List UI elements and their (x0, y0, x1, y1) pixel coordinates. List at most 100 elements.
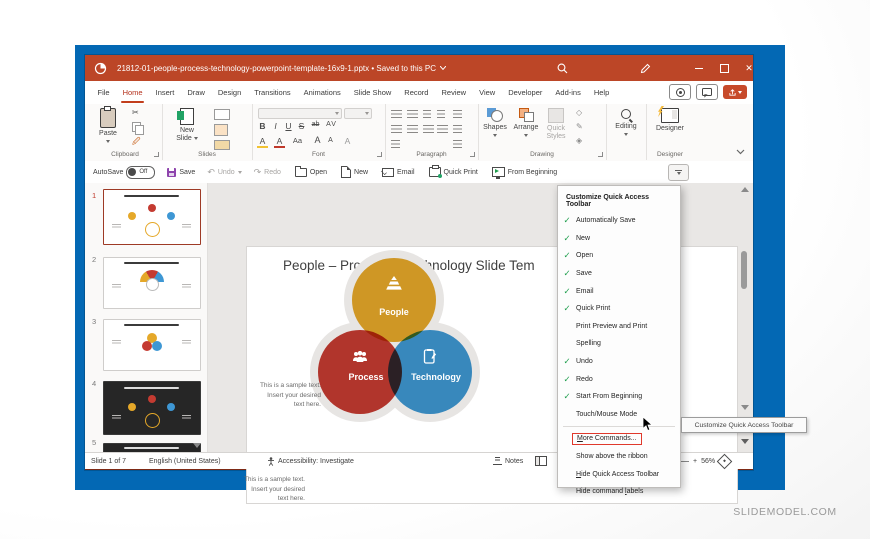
sample-text-block-2[interactable]: This is a sample text. Insert your desir… (213, 475, 305, 504)
close-button[interactable]: ✕ (737, 55, 761, 81)
menu-item-save[interactable]: ✓ Save (558, 265, 680, 283)
quick-print-button[interactable]: Quick Print (428, 165, 478, 178)
zoom-level[interactable]: 56% (701, 458, 715, 465)
arrange-button[interactable]: Arrange (511, 108, 541, 139)
tab-slide-show[interactable]: Slide Show (347, 81, 398, 104)
save-button-qat[interactable]: Save (167, 167, 195, 177)
menu-item-touch-mouse-mode[interactable]: ✓Touch/Mouse Mode (558, 406, 680, 424)
clipboard-dialog-launcher[interactable] (154, 152, 159, 157)
font-color-button[interactable]: A (274, 136, 285, 148)
reset-icon[interactable] (214, 124, 228, 136)
font-size-combobox[interactable] (344, 108, 372, 119)
columns-icon[interactable] (453, 125, 462, 133)
email-button[interactable]: Email (382, 167, 415, 177)
menu-item-quick-print[interactable]: ✓ Quick Print (558, 300, 680, 318)
menu-item-show-above-ribbon[interactable]: ✓ Show above the ribbon (558, 448, 680, 466)
menu-item-hide-qat[interactable]: ✓ Hide Quick Access Toolbar (558, 465, 680, 483)
shape-effects-icon[interactable]: ◈ (576, 136, 582, 145)
layout-icon[interactable] (214, 109, 230, 120)
scrollbar-thumb[interactable] (741, 251, 747, 289)
align-right-icon[interactable] (423, 125, 434, 133)
zoom-in-button[interactable]: + (693, 458, 697, 465)
tab-home[interactable]: Home (116, 81, 149, 104)
clear-formatting-button[interactable]: A (342, 136, 353, 146)
grow-font-button[interactable]: A (312, 135, 323, 145)
tab-developer[interactable]: Developer (502, 81, 549, 104)
next-slide-icon[interactable] (740, 439, 750, 444)
normal-view-button[interactable] (535, 453, 547, 469)
font-name-combobox[interactable] (258, 108, 342, 119)
tab-add-ins[interactable]: Add-ins (549, 81, 587, 104)
justify-icon[interactable] (437, 125, 448, 133)
bold-button[interactable]: B (257, 121, 268, 131)
search-icon[interactable] (550, 55, 574, 81)
paragraph-dialog-launcher[interactable] (470, 152, 475, 157)
align-center-icon[interactable] (407, 125, 418, 133)
character-spacing-button[interactable]: AV (326, 121, 337, 128)
text-direction-icon[interactable] (391, 140, 400, 148)
align-left-icon[interactable] (391, 125, 402, 133)
autosave-control[interactable]: AutoSave Off (93, 165, 156, 179)
italic-button[interactable]: I (270, 121, 281, 131)
collapse-ribbon-icon[interactable] (736, 149, 745, 155)
from-beginning-button[interactable]: From Beginning (491, 167, 557, 179)
thumbnail-scroll-down-icon[interactable] (193, 443, 201, 448)
change-case-button[interactable]: Aa (292, 136, 303, 145)
shapes-button[interactable]: Shapes (481, 108, 509, 139)
section-icon[interactable] (214, 140, 230, 150)
new-button[interactable]: New (341, 166, 368, 178)
language-indicator[interactable]: English (United States) (149, 453, 221, 469)
menu-item-undo[interactable]: ✓ Undo (558, 353, 680, 371)
tab-help[interactable]: Help (587, 81, 615, 104)
ink-pen-icon[interactable] (633, 55, 657, 81)
minimize-button[interactable] (687, 55, 711, 81)
menu-item-automatically-save[interactable]: ✓ Automatically Save (558, 212, 680, 230)
drawing-dialog-launcher[interactable] (598, 152, 603, 157)
convert-smartart-icon[interactable] (453, 140, 462, 148)
font-dialog-launcher[interactable] (377, 152, 382, 157)
tab-design[interactable]: Design (211, 81, 247, 104)
menu-item-open[interactable]: ✓ Open (558, 247, 680, 265)
format-painter-icon[interactable]: 🖉 (132, 137, 141, 146)
menu-item-print-preview[interactable]: ✓Print Preview and Print (558, 318, 680, 336)
bullets-icon[interactable] (391, 110, 402, 118)
tab-review[interactable]: Review (435, 81, 473, 104)
scroll-up-icon[interactable] (740, 187, 750, 192)
redo-button[interactable]: ↷ Redo (254, 167, 281, 177)
tab-animations[interactable]: Animations (297, 81, 347, 104)
designer-button[interactable]: Designer (652, 108, 688, 133)
menu-item-email[interactable]: ✓ Email (558, 282, 680, 300)
tab-file[interactable]: File (91, 81, 116, 104)
thumbnail-slide-2[interactable] (103, 257, 201, 309)
new-slide-button[interactable]: New Slide (172, 108, 202, 142)
record-button[interactable] (669, 84, 691, 100)
comments-button[interactable] (696, 84, 718, 100)
thumbnail-slide-3[interactable] (103, 319, 201, 371)
text-shadow-button[interactable]: ab (310, 121, 321, 128)
thumbnail-slide-1[interactable] (103, 189, 201, 245)
title-chevron-icon[interactable] (439, 66, 446, 70)
tab-record[interactable]: Record (398, 81, 435, 104)
autosave-toggle[interactable]: Off (126, 165, 156, 179)
open-button[interactable]: Open (294, 165, 327, 177)
indent-increase-icon[interactable] (437, 110, 445, 118)
sample-text-block-1[interactable]: This is a sample text. Insert your desir… (233, 381, 321, 410)
menu-item-redo[interactable]: ✓ Redo (558, 370, 680, 388)
tab-transitions[interactable]: Transitions (248, 81, 297, 104)
fit-slide-to-window-icon[interactable] (716, 453, 733, 469)
customize-qat-dropdown-button[interactable] (668, 164, 689, 181)
shrink-font-button[interactable]: A (325, 137, 336, 144)
thumbnail-slide-4[interactable] (103, 381, 201, 435)
underline-button[interactable]: U (283, 121, 294, 131)
maximize-button[interactable] (712, 55, 736, 81)
indent-decrease-icon[interactable] (423, 110, 431, 118)
share-button[interactable] (723, 85, 747, 99)
editing-button[interactable]: Editing (610, 108, 642, 138)
menu-item-new[interactable]: ✓ New (558, 230, 680, 248)
accessibility-checker[interactable]: Accessibility: Investigate (267, 453, 354, 469)
shape-outline-icon[interactable]: ✎ (576, 122, 583, 131)
paste-button[interactable]: Paste (95, 106, 121, 145)
shape-fill-icon[interactable]: ◇ (576, 108, 582, 117)
notes-button[interactable]: Notes (493, 453, 523, 469)
menu-item-start-from-beginning[interactable]: ✓ Start From Beginning (558, 388, 680, 406)
